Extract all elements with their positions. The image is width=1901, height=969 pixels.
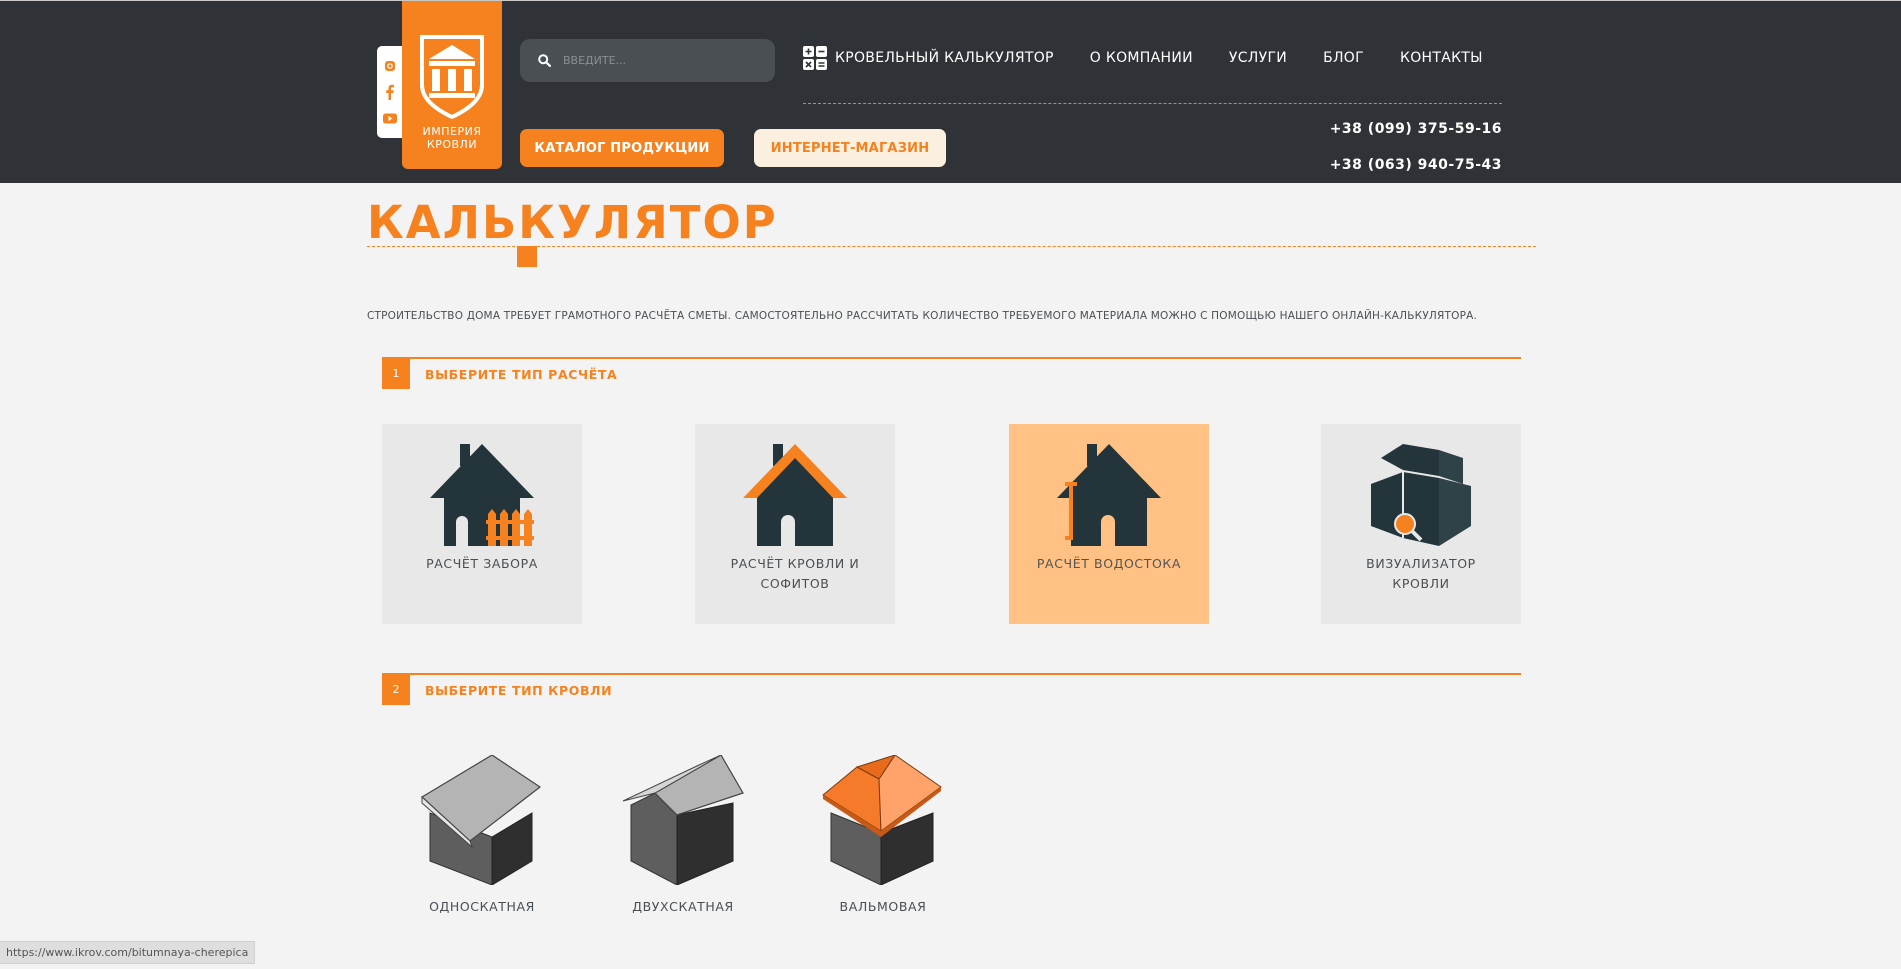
step-title: ВЫБЕРИТЕ ТИП КРОВЛИ (425, 683, 613, 698)
search-input[interactable] (563, 54, 763, 67)
nav-roof-calculator-label: КРОВЕЛЬНЫЙ КАЛЬКУЛЯТОР (835, 50, 1054, 66)
calc-type-card-roof[interactable]: РАСЧЁТ КРОВЛИ И СОФИТОВ (695, 424, 895, 624)
site-header: ИМПЕРИЯ КРОВЛИ КРОВЕЛЬНЫЙ КАЛЬКУЛЯТОР О (0, 0, 1901, 183)
page-title: КАЛЬКУЛЯТОР (367, 196, 778, 249)
nav-roof-calculator[interactable]: КРОВЕЛЬНЫЙ КАЛЬКУЛЯТОР (803, 46, 1054, 70)
nav-about[interactable]: О КОМПАНИИ (1090, 50, 1193, 66)
roof-type-gable[interactable]: ДВУХСКАТНАЯ (613, 755, 753, 914)
site-logo[interactable]: ИМПЕРИЯ КРОВЛИ (402, 1, 502, 169)
step-2-header: 2 ВЫБЕРИТЕ ТИП КРОВЛИ (382, 673, 1521, 705)
main-nav: КРОВЕЛЬНЫЙ КАЛЬКУЛЯТОР О КОМПАНИИ УСЛУГИ… (803, 46, 1483, 70)
phone-number-2[interactable]: +38 (063) 940-75-43 (1330, 157, 1502, 173)
status-bar-url: https://www.ikrov.com/bitumnaya-cherepic… (0, 941, 256, 964)
step-number: 2 (382, 673, 410, 705)
calc-type-card-visualizer[interactable]: ВИЗУАЛИЗАТОР КРОВЛИ (1321, 424, 1521, 624)
online-shop-button[interactable]: ИНТЕРНЕТ-МАГАЗИН (754, 129, 946, 167)
logo-text-line1: ИМПЕРИЯ (422, 125, 482, 138)
calculator-icon (803, 46, 827, 70)
youtube-icon[interactable] (383, 113, 397, 124)
gable-roof-icon (622, 755, 744, 885)
card-label: ВИЗУАЛИЗАТОР КРОВЛИ (1366, 556, 1476, 591)
social-links (377, 46, 403, 138)
step-divider (382, 673, 1521, 675)
title-divider (367, 246, 1536, 247)
logo-text-line2: КРОВЛИ (426, 138, 478, 151)
card-label: РАСЧЁТ ЗАБОРА (426, 556, 538, 571)
nav-services[interactable]: УСЛУГИ (1229, 50, 1287, 66)
phone-number-1[interactable]: +38 (099) 375-59-16 (1330, 121, 1502, 137)
step-number: 1 (382, 357, 410, 389)
catalog-button[interactable]: КАТАЛОГ ПРОДУКЦИИ (520, 129, 724, 167)
card-label: РАСЧЁТ КРОВЛИ И СОФИТОВ (730, 556, 860, 591)
step-title: ВЫБЕРИТЕ ТИП РАСЧЁТА (425, 367, 618, 382)
roof-label: ОДНОСКАТНАЯ (429, 899, 535, 914)
facebook-icon[interactable] (385, 84, 395, 101)
title-accent-block (517, 246, 537, 267)
roof-type-single-pitch[interactable]: ОДНОСКАТНАЯ (412, 755, 552, 914)
intro-text: СТРОИТЕЛЬСТВО ДОМА ТРЕБУЕТ ГРАМОТНОГО РА… (367, 310, 1478, 322)
instagram-icon[interactable] (384, 60, 396, 72)
hip-roof-icon (822, 755, 942, 885)
search-icon[interactable] (538, 54, 551, 67)
card-label: РАСЧЁТ ВОДОСТОКА (1036, 556, 1182, 571)
calc-type-card-gutter[interactable]: РАСЧЁТ ВОДОСТОКА (1009, 424, 1209, 624)
visualizer-icon (1371, 444, 1471, 546)
roof-type-hip[interactable]: ВАЛЬМОВАЯ (813, 755, 953, 914)
nav-blog[interactable]: БЛОГ (1323, 50, 1364, 66)
nav-contacts[interactable]: КОНТАКТЫ (1400, 50, 1483, 66)
logo-emblem-icon (420, 35, 484, 119)
gutter-house-icon (1057, 444, 1161, 546)
fence-house-icon (430, 444, 534, 546)
nav-divider (803, 103, 1502, 104)
roof-label: ДВУХСКАТНАЯ (632, 899, 734, 914)
search-box[interactable] (520, 39, 775, 82)
roof-label: ВАЛЬМОВАЯ (839, 899, 927, 914)
single-pitch-roof-icon (421, 755, 542, 885)
calc-type-card-fence[interactable]: РАСЧЁТ ЗАБОРА (382, 424, 582, 624)
step-divider (382, 357, 1521, 359)
roof-house-icon (743, 444, 847, 546)
step-1-header: 1 ВЫБЕРИТЕ ТИП РАСЧЁТА (382, 357, 1521, 389)
